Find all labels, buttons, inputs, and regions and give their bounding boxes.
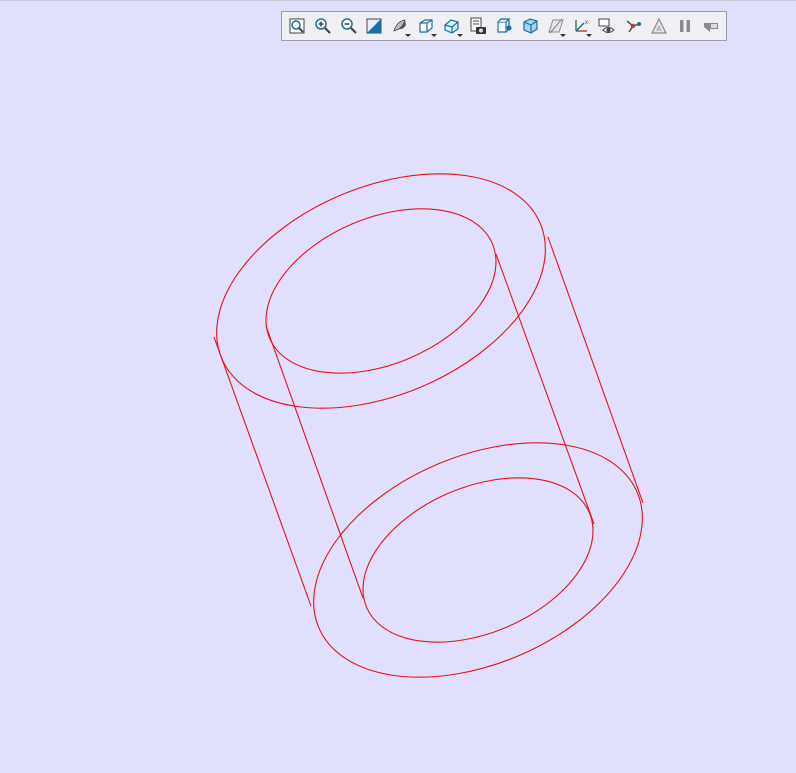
section-icon xyxy=(497,18,512,33)
background-color-button[interactable] xyxy=(364,15,386,37)
dropdown-arrow-icon xyxy=(560,34,567,37)
clipping-plane-icon xyxy=(547,18,564,34)
clipping-plane-button[interactable] xyxy=(545,15,567,37)
projection-icon xyxy=(444,19,459,34)
snapshot-button[interactable] xyxy=(467,15,489,37)
pause-button[interactable] xyxy=(674,15,696,37)
display-mode-button[interactable] xyxy=(390,15,412,37)
shading-icon xyxy=(393,19,407,32)
sync-button[interactable] xyxy=(700,15,722,37)
sync-icon xyxy=(703,23,718,32)
section-button[interactable] xyxy=(493,15,515,37)
zoom-in-button[interactable] xyxy=(312,15,334,37)
bottom-outer-edge xyxy=(313,442,643,678)
measure-button[interactable]: A xyxy=(648,15,670,37)
wireframe-canvas[interactable] xyxy=(0,1,796,773)
eye-settings-icon xyxy=(598,18,616,33)
dropdown-arrow-icon xyxy=(405,34,412,37)
camera-icon xyxy=(470,17,486,34)
hollow-cylinder-wireframe xyxy=(213,173,644,678)
transparency-button[interactable] xyxy=(519,15,541,37)
dropdown-arrow-icon xyxy=(431,34,438,37)
nodes-icon xyxy=(626,20,642,33)
svg-text:x: x xyxy=(585,20,588,26)
bottom-inner-edge xyxy=(362,477,594,643)
outer-silhouette-left xyxy=(213,336,312,607)
top-outer-edge xyxy=(216,173,546,409)
transparency-icon xyxy=(523,18,538,34)
measure-icon: A xyxy=(651,17,668,34)
cube-view-icon xyxy=(419,19,433,33)
background-color-icon xyxy=(366,18,382,34)
svg-text:A: A xyxy=(657,26,662,33)
pause-icon xyxy=(679,20,690,32)
zoom-out-icon xyxy=(340,18,357,34)
explode-button[interactable] xyxy=(622,15,644,37)
dropdown-arrow-icon xyxy=(456,34,463,37)
inner-silhouette-left xyxy=(265,325,364,599)
view-orientation-button[interactable] xyxy=(415,15,438,37)
zoom-in-icon xyxy=(314,18,331,34)
fit-all-icon xyxy=(289,18,305,34)
view-toolbar: xA xyxy=(281,11,727,41)
inner-silhouette-right xyxy=(495,253,595,525)
top-inner-edge xyxy=(265,208,497,374)
outer-silhouette-right xyxy=(547,236,644,504)
projection-button[interactable] xyxy=(441,15,463,37)
fit-all-button[interactable] xyxy=(286,15,308,37)
axis-triedron-button[interactable]: x xyxy=(571,15,593,37)
3d-viewport[interactable]: xA xyxy=(0,0,796,772)
dropdown-arrow-icon xyxy=(586,34,593,37)
axes-icon: x xyxy=(575,20,588,32)
zoom-out-button[interactable] xyxy=(338,15,360,37)
view-properties-button[interactable] xyxy=(597,15,619,37)
